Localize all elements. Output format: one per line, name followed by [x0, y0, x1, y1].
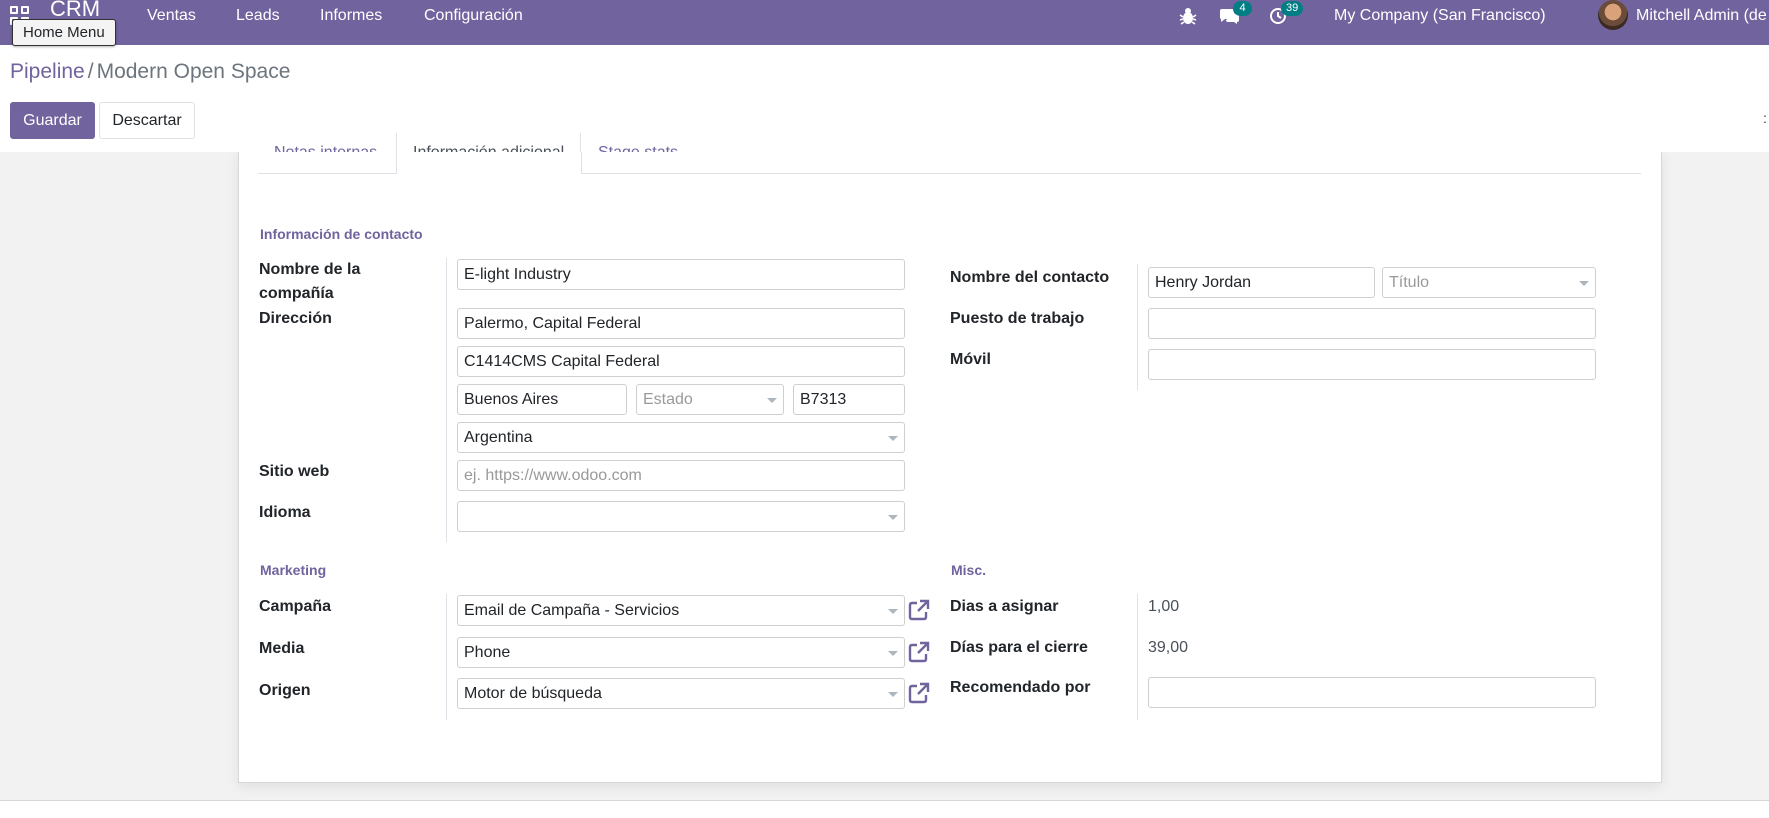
campaign-select[interactable]: Email de Campaña - Servicios: [457, 595, 905, 626]
state-select[interactable]: Estado: [636, 384, 784, 415]
medium-value: Phone: [464, 644, 511, 661]
top-navbar: CRM Ventas Leads Informes Configuración …: [0, 0, 1769, 45]
address-label: Dirección: [259, 310, 332, 327]
street-input[interactable]: Palermo, Capital Federal: [457, 308, 905, 339]
medium-label: Media: [259, 640, 305, 657]
state-placeholder: Estado: [643, 391, 693, 408]
external-link-icon[interactable]: [907, 598, 931, 622]
pager-indicator: :: [1763, 110, 1767, 124]
language-label: Idioma: [259, 504, 311, 521]
source-label: Origen: [259, 682, 311, 699]
section-contact-info: Información de contacto: [260, 226, 423, 242]
chevron-down-icon: [888, 692, 898, 697]
misc-divider: [1137, 594, 1138, 720]
chevron-down-icon: [888, 651, 898, 656]
language-select[interactable]: [457, 501, 905, 532]
activities-count-badge: 39: [1281, 1, 1304, 16]
contact-left-divider: [446, 258, 447, 542]
company-name-input[interactable]: E-light Industry: [457, 259, 905, 290]
contact-name-input[interactable]: Henry Jordan: [1148, 267, 1375, 298]
referred-by-label: Recomendado por: [950, 679, 1091, 696]
company-name-label: Nombre de la compañía: [259, 261, 361, 302]
days-to-close-value: 39,00: [1148, 639, 1189, 656]
tab-informacion-adicional[interactable]: Información adicional: [396, 133, 582, 152]
section-marketing: Marketing: [260, 562, 327, 578]
debug-bug-icon[interactable]: [1178, 7, 1198, 25]
campaign-value: Email de Campaña - Servicios: [464, 602, 680, 619]
bottom-divider: [0, 800, 1769, 801]
breadcrumb: Pipeline / Modern Open Space: [10, 60, 290, 84]
days-to-close-label: Días para el cierre: [950, 639, 1088, 656]
mobile-input[interactable]: [1148, 349, 1596, 380]
chevron-down-icon: [888, 436, 898, 441]
menu-informes[interactable]: Informes: [320, 0, 382, 32]
breadcrumb-current: Modern Open Space: [96, 60, 291, 83]
referred-by-input[interactable]: [1148, 677, 1596, 708]
menu-leads[interactable]: Leads: [236, 0, 280, 32]
user-menu[interactable]: Mitchell Admin (de: [1636, 0, 1767, 32]
city-input[interactable]: Buenos Aires: [457, 384, 627, 415]
job-position-label: Puesto de trabajo: [950, 310, 1085, 327]
tab-active-bottom: [396, 152, 582, 174]
days-to-assign-value: 1,00: [1148, 598, 1180, 615]
mobile-label: Móvil: [950, 351, 991, 368]
source-select[interactable]: Motor de búsqueda: [457, 678, 905, 709]
title-select[interactable]: Título: [1382, 267, 1596, 298]
home-menu-tooltip: Home Menu: [12, 19, 116, 46]
menu-configuracion[interactable]: Configuración: [424, 0, 523, 32]
medium-select[interactable]: Phone: [457, 637, 905, 668]
menu-ventas[interactable]: Ventas: [147, 0, 196, 32]
marketing-divider: [446, 594, 447, 720]
job-position-input[interactable]: [1148, 308, 1596, 339]
website-input[interactable]: ej. https://www.odoo.com: [457, 460, 905, 491]
days-to-assign-label: Dias a asignar: [950, 598, 1059, 615]
zip-input[interactable]: B7313: [793, 384, 905, 415]
campaign-label: Campaña: [259, 598, 332, 615]
external-link-icon[interactable]: [907, 640, 931, 664]
street2-input[interactable]: C1414CMS Capital Federal: [457, 346, 905, 377]
breadcrumb-pipeline-link[interactable]: Pipeline: [10, 60, 85, 83]
country-select[interactable]: Argentina: [457, 422, 905, 453]
chevron-down-icon: [888, 609, 898, 614]
section-misc: Misc.: [951, 562, 987, 578]
external-link-icon[interactable]: [907, 681, 931, 705]
notebook-tabs-clip: Notas internas Información adicional Sta…: [0, 133, 1769, 152]
tab-notas-internas[interactable]: Notas internas: [258, 133, 393, 152]
source-value: Motor de búsqueda: [464, 685, 602, 702]
chevron-down-icon: [1579, 281, 1589, 286]
website-label: Sitio web: [259, 463, 330, 480]
chevron-down-icon: [767, 398, 777, 403]
contact-name-label: Nombre del contacto: [950, 269, 1110, 286]
contact-right-divider: [1137, 264, 1138, 390]
user-avatar[interactable]: [1598, 0, 1628, 30]
chevron-down-icon: [888, 515, 898, 520]
title-placeholder: Título: [1389, 274, 1430, 291]
breadcrumb-separator: /: [87, 60, 94, 83]
messages-count-badge: 4: [1233, 1, 1252, 16]
country-value: Argentina: [464, 429, 533, 446]
company-switcher[interactable]: My Company (San Francisco): [1334, 0, 1546, 32]
tab-stage-stats[interactable]: Stage stats: [582, 133, 694, 152]
